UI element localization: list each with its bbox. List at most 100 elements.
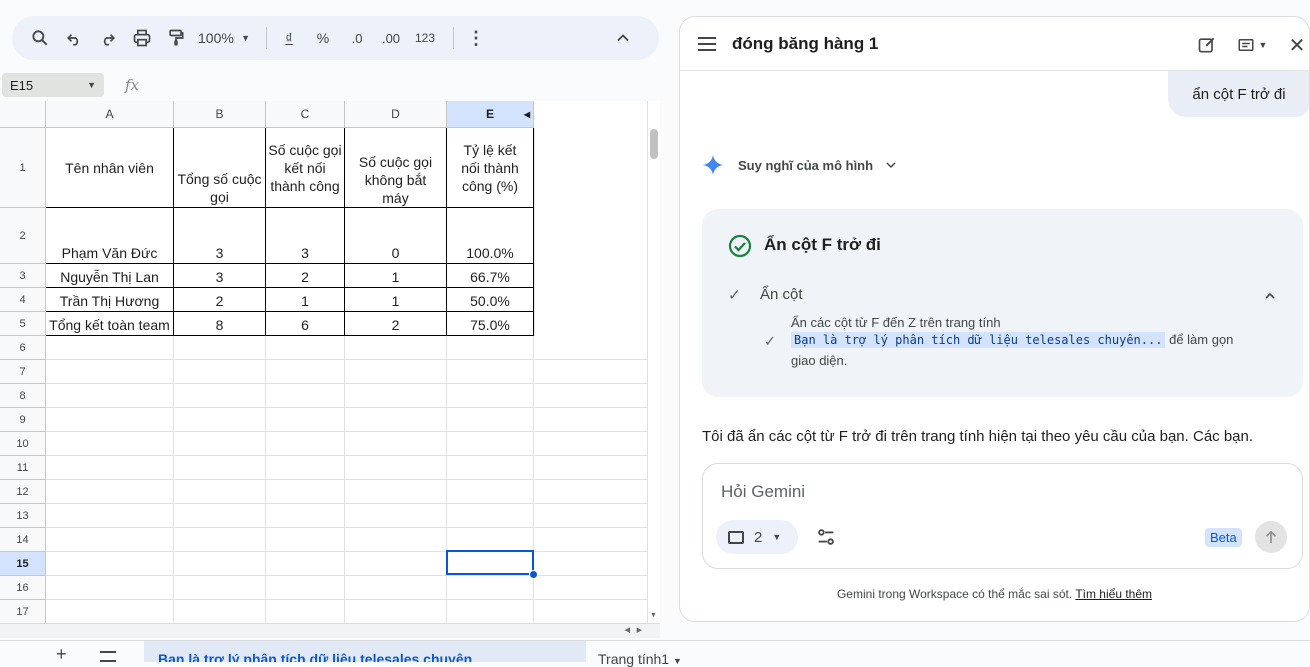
decrease-decimal-button[interactable]: .0 — [343, 24, 371, 52]
zoom-select[interactable]: 100% ▼ — [196, 24, 252, 52]
table-cell[interactable]: 66.7% — [447, 264, 534, 288]
row-header-16[interactable]: 16 — [0, 576, 46, 600]
sheet-tab-label: Bạn là trợ lý phân tích dữ liệu telesale… — [158, 651, 473, 662]
files-icon — [728, 530, 744, 544]
column-header-a[interactable]: A — [46, 101, 174, 128]
search-icon[interactable] — [26, 24, 54, 52]
table-cell[interactable]: 0 — [345, 208, 447, 264]
menu-icon[interactable] — [698, 37, 716, 51]
row-header-10[interactable]: 10 — [0, 432, 46, 456]
scroll-down-icon[interactable]: ▼ — [650, 612, 657, 619]
column-header-e-label: E — [485, 107, 494, 121]
print-icon[interactable] — [128, 24, 156, 52]
column-header-e[interactable]: E ◀ — [447, 101, 534, 128]
column-header-c[interactable]: C — [266, 101, 345, 128]
scroll-left-icon[interactable]: ◀ — [625, 626, 630, 634]
scroll-right-icon[interactable]: ▶ — [637, 626, 642, 634]
row-header-8[interactable]: 8 — [0, 384, 46, 408]
table-cell[interactable]: 6 — [266, 312, 345, 336]
context-count: 2 — [754, 528, 763, 546]
sheet-tab-active[interactable]: Bạn là trợ lý phân tích dữ liệu telesale… — [144, 641, 586, 662]
increase-decimal-button[interactable]: .00 — [377, 24, 405, 52]
table-cell[interactable]: 3 — [174, 208, 266, 264]
table-cell[interactable]: 3 — [174, 264, 266, 288]
send-button[interactable] — [1255, 521, 1287, 553]
table-cell[interactable]: 50.0% — [447, 288, 534, 312]
table-cell[interactable]: Phạm Văn Đức — [46, 208, 174, 264]
chevron-up-icon[interactable] — [1262, 288, 1278, 304]
table-cell[interactable]: 3 — [266, 208, 345, 264]
redo-icon[interactable] — [94, 24, 122, 52]
vertical-scrollbar[interactable]: ▼ — [647, 101, 660, 623]
table-cell[interactable]: 75.0% — [447, 312, 534, 336]
header-cell[interactable]: Tên nhân viên — [46, 128, 174, 208]
gemini-input-box[interactable]: Hỏi Gemini 2 ▼ Beta — [702, 463, 1303, 569]
prompt-input[interactable]: Hỏi Gemini — [721, 482, 805, 502]
add-sheet-icon[interactable]: + — [56, 645, 67, 663]
column-header-b[interactable]: B — [174, 101, 266, 128]
thinking-toggle[interactable]: Suy nghĩ của mô hình — [702, 154, 899, 176]
learn-more-link[interactable]: Tìm hiểu thêm — [1075, 587, 1152, 601]
row-header-4[interactable]: 4 — [0, 288, 46, 312]
collapse-toolbar-icon[interactable] — [609, 24, 637, 52]
number-format-button[interactable]: 123 — [411, 24, 439, 52]
table-cell[interactable]: 2 — [266, 264, 345, 288]
row-header-14[interactable]: 14 — [0, 528, 46, 552]
table-cell[interactable]: Nguyễn Thị Lan — [46, 264, 174, 288]
step-row[interactable]: ✓ Ẩn cột — [728, 286, 1278, 308]
tune-icon[interactable] — [815, 526, 837, 548]
spreadsheet-grid[interactable]: A B C D E ◀ 1 2 3 4 5 6 7 8 9 10 11 12 13… — [0, 101, 647, 623]
table-cell[interactable]: Tổng kết toàn team — [46, 312, 174, 336]
row-header-12[interactable]: 12 — [0, 480, 46, 504]
more-vert-icon[interactable]: ⋮ — [462, 24, 490, 52]
row-header-7[interactable]: 7 — [0, 360, 46, 384]
hidden-columns-arrow-icon[interactable]: ◀ — [524, 110, 530, 119]
name-box[interactable]: E15 ▼ — [2, 73, 104, 97]
new-chat-icon[interactable] — [1195, 33, 1219, 57]
table-cell[interactable]: 8 — [174, 312, 266, 336]
header-cell[interactable]: Tổng số cuộc gọi — [174, 128, 266, 208]
row-header-9[interactable]: 9 — [0, 408, 46, 432]
table-cell[interactable]: 1 — [266, 288, 345, 312]
currency-button[interactable]: ₫ — [275, 24, 303, 52]
sheet-tab-label: Trang tính1 — [598, 651, 670, 667]
row-header-6[interactable]: 6 — [0, 336, 46, 360]
close-icon[interactable]: ✕ — [1285, 33, 1309, 57]
fill-handle[interactable] — [529, 570, 538, 579]
check-icon: ✓ — [728, 287, 741, 304]
row-header-1[interactable]: 1 — [0, 128, 46, 208]
header-cell[interactable]: Số cuộc gọi không bắt máy — [345, 128, 447, 208]
column-header-d[interactable]: D — [345, 101, 447, 128]
empty-gridlines — [46, 336, 647, 623]
selected-cell-e15[interactable] — [446, 550, 534, 575]
table-cell[interactable]: 2 — [174, 288, 266, 312]
sheet-tab-bar: + Bạn là trợ lý phân tích dữ liệu telesa… — [0, 640, 1310, 667]
row-header-11[interactable]: 11 — [0, 456, 46, 480]
table-cell[interactable]: 1 — [345, 264, 447, 288]
horizontal-scrollbar[interactable]: ◀ ▶ — [0, 623, 660, 638]
context-chip[interactable]: 2 ▼ — [716, 520, 798, 554]
zoom-value: 100% — [198, 30, 234, 46]
row-header-13[interactable]: 13 — [0, 504, 46, 528]
panel-header: đóng băng hàng 1 ▼ ✕ — [680, 17, 1309, 71]
percent-button[interactable]: % — [309, 24, 337, 52]
table-cell[interactable]: Trần Thị Hương — [46, 288, 174, 312]
row-header-17[interactable]: 17 — [0, 600, 46, 623]
row-header-3[interactable]: 3 — [0, 264, 46, 288]
row-header-2[interactable]: 2 — [0, 208, 46, 264]
row-header-15[interactable]: 15 — [0, 552, 46, 576]
header-cell[interactable]: Số cuộc gọi kết nối thành công — [266, 128, 345, 208]
sheet-tab-other[interactable]: Trang tính1 ▼ — [598, 651, 682, 667]
undo-icon[interactable] — [60, 24, 88, 52]
table-cell[interactable]: 1 — [345, 288, 447, 312]
disclaimer: Gemini trong Workspace có thể mắc sai só… — [680, 587, 1309, 601]
scroll-thumb[interactable] — [650, 129, 658, 159]
header-cell[interactable]: Tỷ lệ kết nối thành công (%) — [447, 128, 534, 208]
paint-format-icon[interactable] — [162, 24, 190, 52]
table-cell[interactable]: 100.0% — [447, 208, 534, 264]
select-all-corner[interactable] — [0, 101, 46, 128]
table-cell[interactable]: 2 — [345, 312, 447, 336]
all-sheets-icon[interactable] — [100, 651, 116, 662]
row-header-5[interactable]: 5 — [0, 312, 46, 336]
history-icon[interactable]: ▼ — [1232, 33, 1272, 57]
